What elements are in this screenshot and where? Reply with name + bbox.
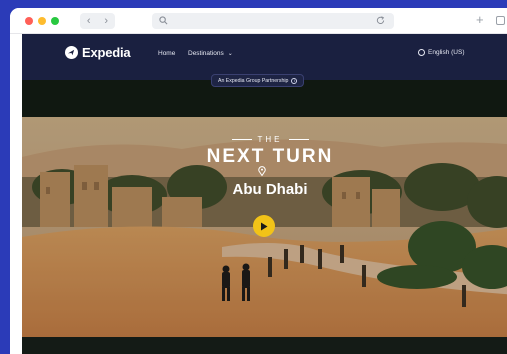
language-selector[interactable]: English (US) bbox=[418, 49, 464, 56]
nav-destinations-menu[interactable]: Destinations ⌄ bbox=[188, 50, 233, 57]
back-button[interactable]: ‹ bbox=[80, 13, 98, 29]
expedia-plane-icon bbox=[65, 46, 78, 59]
expedia-logo[interactable]: Expedia bbox=[65, 45, 131, 60]
address-bar[interactable] bbox=[152, 13, 394, 29]
play-button[interactable] bbox=[253, 215, 275, 237]
hero-destination: Abu Dhabi bbox=[232, 181, 308, 198]
eyebrow-rule-left bbox=[231, 139, 252, 141]
hero-headline: NEXT TURN bbox=[206, 146, 334, 167]
location-pin-icon bbox=[258, 166, 266, 176]
nav-home-link[interactable]: Home bbox=[158, 50, 175, 57]
browser-window: ‹ › + Expedia Home Destinations ⌄ Englis… bbox=[10, 8, 507, 354]
nav-destinations-label: Destinations bbox=[188, 50, 224, 57]
browser-toolbar: ‹ › + bbox=[10, 8, 507, 34]
new-tab-button[interactable]: + bbox=[476, 13, 484, 27]
brand-name: Expedia bbox=[82, 45, 131, 60]
hero-video[interactable]: THE NEXT TURN Abu Dhabi bbox=[22, 117, 507, 337]
play-icon bbox=[261, 222, 268, 230]
forward-button[interactable]: › bbox=[98, 13, 116, 29]
maximize-window-button[interactable] bbox=[51, 17, 59, 25]
hero-eyebrow-text: THE bbox=[257, 135, 283, 144]
tab-overview-icon[interactable] bbox=[496, 16, 505, 25]
partnership-label: An Expedia Group Partnership bbox=[218, 77, 289, 84]
hero-eyebrow: THE bbox=[22, 135, 507, 144]
page-bottom-band bbox=[22, 337, 507, 354]
minimize-window-button[interactable] bbox=[38, 17, 46, 25]
search-icon bbox=[159, 16, 168, 25]
chevron-down-icon: ⌄ bbox=[227, 51, 233, 57]
info-icon: i bbox=[291, 77, 298, 84]
web-page: Expedia Home Destinations ⌄ English (US)… bbox=[22, 34, 507, 354]
partnership-badge[interactable]: An Expedia Group Partnership i bbox=[211, 74, 305, 87]
language-label: English (US) bbox=[428, 49, 465, 56]
reload-icon[interactable] bbox=[376, 16, 385, 25]
eyebrow-rule-right bbox=[288, 139, 309, 141]
history-buttons: ‹ › bbox=[80, 13, 115, 29]
close-window-button[interactable] bbox=[25, 17, 33, 25]
globe-icon bbox=[418, 49, 425, 56]
